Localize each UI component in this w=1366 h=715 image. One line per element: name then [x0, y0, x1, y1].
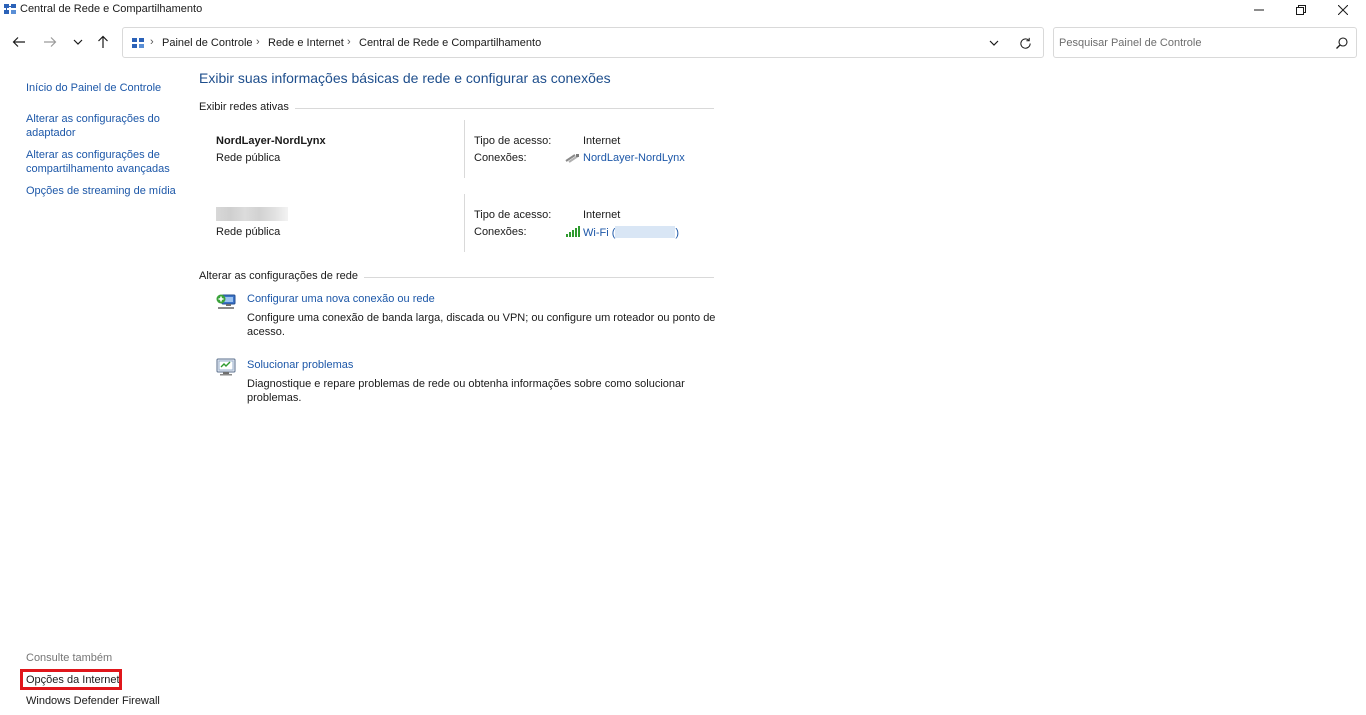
see-also-label: Consulte também	[26, 652, 113, 664]
chevron-down-icon	[989, 40, 999, 46]
wifi-ssid-redacted	[615, 226, 676, 238]
search-input[interactable]	[1059, 35, 1319, 51]
access-type-value: Internet	[583, 135, 621, 147]
breadcrumb-separator: ›	[150, 36, 154, 48]
refresh-icon	[1019, 37, 1031, 49]
control-panel-icon	[4, 4, 16, 14]
up-button[interactable]	[92, 31, 114, 53]
back-button[interactable]	[8, 31, 30, 53]
network-name: NordLayer-NordLynx	[216, 135, 326, 147]
arrow-up-icon	[98, 35, 108, 48]
link-streaming-midia[interactable]: Opções de streaming de mídia	[26, 184, 176, 198]
page-title: Exibir suas informações básicas de rede …	[199, 70, 611, 86]
section-change-settings: Alterar as configurações de rede	[199, 270, 364, 282]
link-windows-defender-firewall[interactable]: Windows Defender Firewall	[26, 695, 160, 707]
control-panel-icon	[132, 38, 144, 48]
section-active-networks: Exibir redes ativas	[199, 101, 295, 113]
new-connection-icon	[216, 294, 236, 309]
wifi-link-suffix: )	[675, 227, 680, 239]
forward-button[interactable]	[39, 31, 61, 53]
access-type-value: Internet	[583, 209, 621, 221]
network-category: Rede pública	[216, 226, 281, 238]
task-description: Configure uma conexão de banda larga, di…	[247, 312, 716, 338]
window-title: Central de Rede e Compartilhamento	[20, 3, 203, 15]
link-compartilhamento-avancado[interactable]: Alterar as configurações de compartilham…	[26, 148, 176, 176]
minimize-button[interactable]	[1239, 0, 1279, 20]
connection-link-nordlynx[interactable]: NordLayer-NordLynx	[583, 152, 685, 164]
breadcrumb-central-de-rede[interactable]: Central de Rede e Compartilhamento	[359, 37, 541, 49]
network-category: Rede pública	[216, 152, 281, 164]
highlight-annotation	[20, 669, 122, 690]
wifi-link-prefix: Wi-Fi (	[583, 227, 616, 239]
vpn-cable-icon	[565, 154, 579, 163]
link-alterar-adaptador[interactable]: Alterar as configurações do adaptador	[26, 112, 176, 140]
troubleshoot-icon	[216, 358, 236, 376]
recent-locations-button[interactable]	[67, 31, 89, 53]
address-bar[interactable]: › Painel de Controle › Rede e Internet ›…	[122, 27, 1044, 58]
link-configurar-conexao[interactable]: Configurar uma nova conexão ou rede	[247, 293, 435, 305]
link-inicio-painel[interactable]: Início do Painel de Controle	[26, 81, 161, 95]
access-type-label: Tipo de acesso:	[474, 135, 552, 147]
restore-button[interactable]	[1281, 0, 1321, 20]
chevron-down-icon	[73, 39, 83, 45]
connections-label: Conexões:	[474, 152, 527, 164]
breadcrumb-rede-e-internet[interactable]: Rede e Internet	[268, 37, 344, 49]
connections-label: Conexões:	[474, 226, 527, 238]
minimize-icon	[1254, 9, 1264, 11]
link-solucionar-problemas[interactable]: Solucionar problemas	[247, 359, 353, 371]
network-name-redacted	[216, 207, 288, 221]
arrow-right-icon	[44, 37, 57, 47]
breadcrumb-separator: ›	[256, 36, 260, 48]
close-icon	[1338, 5, 1348, 15]
arrow-left-icon	[12, 37, 25, 47]
search-box[interactable]	[1053, 27, 1357, 58]
restore-icon	[1296, 5, 1306, 15]
network-divider	[464, 194, 465, 252]
search-icon[interactable]	[1335, 36, 1349, 50]
network-divider	[464, 120, 465, 178]
title-bar: Central de Rede e Compartilhamento	[0, 0, 1366, 20]
refresh-button[interactable]	[1016, 34, 1034, 52]
close-button[interactable]	[1323, 0, 1363, 20]
wifi-signal-icon	[566, 226, 580, 237]
connection-link-wifi[interactable]: Wi-Fi ()	[583, 226, 679, 239]
breadcrumb-painel-de-controle[interactable]: Painel de Controle	[162, 37, 253, 49]
task-description: Diagnostique e repare problemas de rede …	[247, 378, 685, 404]
breadcrumb-separator: ›	[347, 36, 351, 48]
access-type-label: Tipo de acesso:	[474, 209, 552, 221]
address-dropdown-button[interactable]	[985, 34, 1003, 52]
